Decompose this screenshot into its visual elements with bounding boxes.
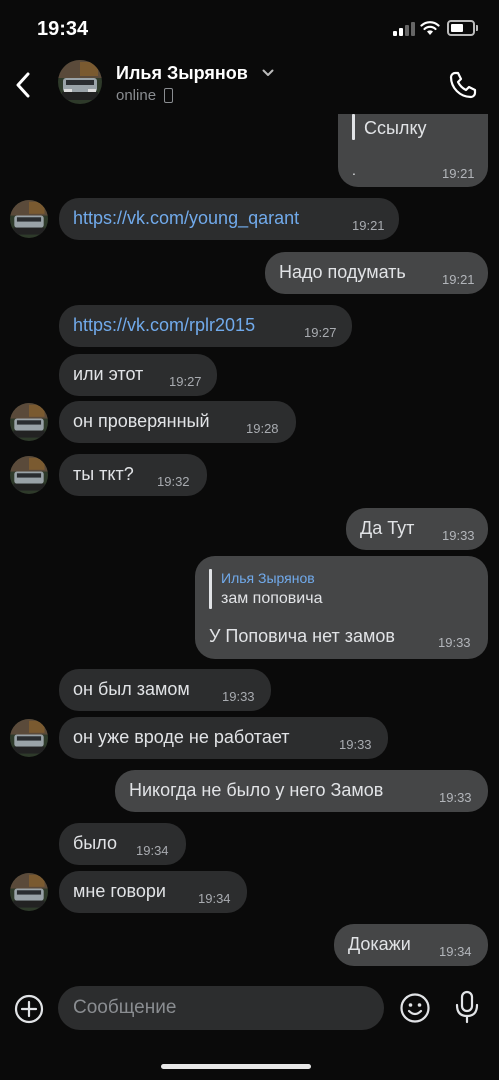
emoji-button[interactable] [399, 992, 431, 1024]
message-text: было [73, 833, 117, 853]
smile-icon [400, 993, 430, 1023]
online-status: online [116, 87, 157, 104]
message-bubble-outgoing[interactable]: Никогда не было у него Замов 19:33 [115, 770, 488, 812]
message-text: он был замом [73, 679, 190, 699]
message-bubble-incoming[interactable]: https://vk.com/rplr2015 19:27 [59, 305, 352, 347]
sender-avatar[interactable] [10, 873, 48, 911]
reply-author[interactable]: Илья Зырянов [221, 570, 315, 586]
message-text: он уже вроде не работает [73, 727, 290, 747]
home-indicator[interactable] [161, 1064, 311, 1069]
message-bubble-outgoing[interactable]: Докажи 19:34 [334, 924, 488, 966]
message-time: 19:21 [442, 166, 475, 181]
message-text: У Поповича нет замов [209, 626, 395, 646]
reply-bar [209, 569, 212, 609]
message-bubble-incoming[interactable]: https://vk.com/young_qarant 19:21 [59, 198, 399, 240]
chevron-left-icon [16, 72, 30, 98]
voice-message-button[interactable] [452, 990, 482, 1024]
message-link[interactable]: https://vk.com/young_qarant [73, 208, 299, 229]
back-button[interactable] [8, 64, 38, 106]
message-bubble-outgoing[interactable]: Ссылку . 19:21 [338, 114, 488, 187]
message-time: 19:32 [157, 474, 190, 489]
contact-name[interactable]: Илья Зырянов [116, 63, 248, 84]
reply-text: зам поповича [221, 590, 323, 607]
wifi-icon [420, 21, 440, 35]
message-time: 19:28 [246, 421, 279, 436]
message-text: Докажи [348, 934, 411, 954]
mobile-device-icon [164, 88, 173, 103]
car-photo-icon [58, 60, 102, 104]
message-time: 19:21 [442, 272, 475, 287]
chat-header: Илья Зырянов online [0, 58, 499, 114]
message-time: 19:33 [439, 790, 472, 805]
message-bubble-outgoing[interactable]: Илья Зырянов зам поповича У Поповича нет… [195, 556, 488, 659]
status-bar: 19:34 [0, 0, 499, 58]
message-bubble-outgoing[interactable]: Да Тут 19:33 [346, 508, 488, 550]
phone-icon [449, 71, 477, 99]
message-bubble-incoming[interactable]: мне говори 19:34 [59, 871, 247, 913]
message-bubble-incoming[interactable]: ты ткт? 19:32 [59, 454, 207, 496]
message-time: 19:33 [339, 737, 372, 752]
message-time: 19:21 [352, 218, 385, 233]
chevron-down-icon[interactable] [262, 68, 274, 78]
sender-avatar[interactable] [10, 200, 48, 238]
quote-bar [352, 114, 355, 140]
cellular-signal-icon [393, 22, 417, 36]
message-bubble-incoming[interactable]: или этот 19:27 [59, 354, 217, 396]
message-time: 19:33 [442, 528, 475, 543]
message-composer [0, 976, 499, 1080]
message-time: 19:34 [198, 891, 231, 906]
sender-avatar[interactable] [10, 403, 48, 441]
message-time: 19:27 [304, 325, 337, 340]
message-bubble-incoming[interactable]: он проверянный 19:28 [59, 401, 296, 443]
message-list[interactable]: Ссылку . 19:21 https://vk.com/young_qara… [0, 114, 499, 976]
sender-avatar[interactable] [10, 719, 48, 757]
message-time: 19:34 [439, 944, 472, 959]
status-time: 19:34 [37, 18, 89, 40]
message-text: . [352, 162, 356, 178]
sender-avatar[interactable] [10, 456, 48, 494]
plus-circle-icon [14, 994, 44, 1024]
message-text: он проверянный [73, 411, 210, 431]
message-bubble-outgoing[interactable]: Надо подумать 19:21 [265, 252, 488, 294]
contact-avatar[interactable] [58, 60, 102, 104]
microphone-icon [455, 990, 479, 1024]
message-text: или этот [73, 364, 144, 384]
call-button[interactable] [447, 69, 479, 101]
message-text: мне говори [73, 881, 166, 901]
message-text: Никогда не было у него Замов [129, 780, 384, 800]
battery-icon [447, 20, 475, 36]
message-input[interactable] [58, 986, 384, 1030]
message-time: 19:33 [438, 635, 471, 650]
message-time: 19:33 [222, 689, 255, 704]
message-link[interactable]: https://vk.com/rplr2015 [73, 315, 255, 336]
message-bubble-incoming[interactable]: он был замом 19:33 [59, 669, 271, 711]
quote-text: Ссылку [364, 118, 427, 138]
attach-button[interactable] [14, 994, 44, 1024]
message-text: Надо подумать [279, 262, 406, 282]
message-bubble-incoming[interactable]: было 19:34 [59, 823, 186, 865]
message-bubble-incoming[interactable]: он уже вроде не работает 19:33 [59, 717, 388, 759]
message-text: ты ткт? [73, 464, 134, 484]
message-text: Да Тут [360, 518, 415, 538]
message-time: 19:34 [136, 843, 169, 858]
message-time: 19:27 [169, 374, 202, 389]
